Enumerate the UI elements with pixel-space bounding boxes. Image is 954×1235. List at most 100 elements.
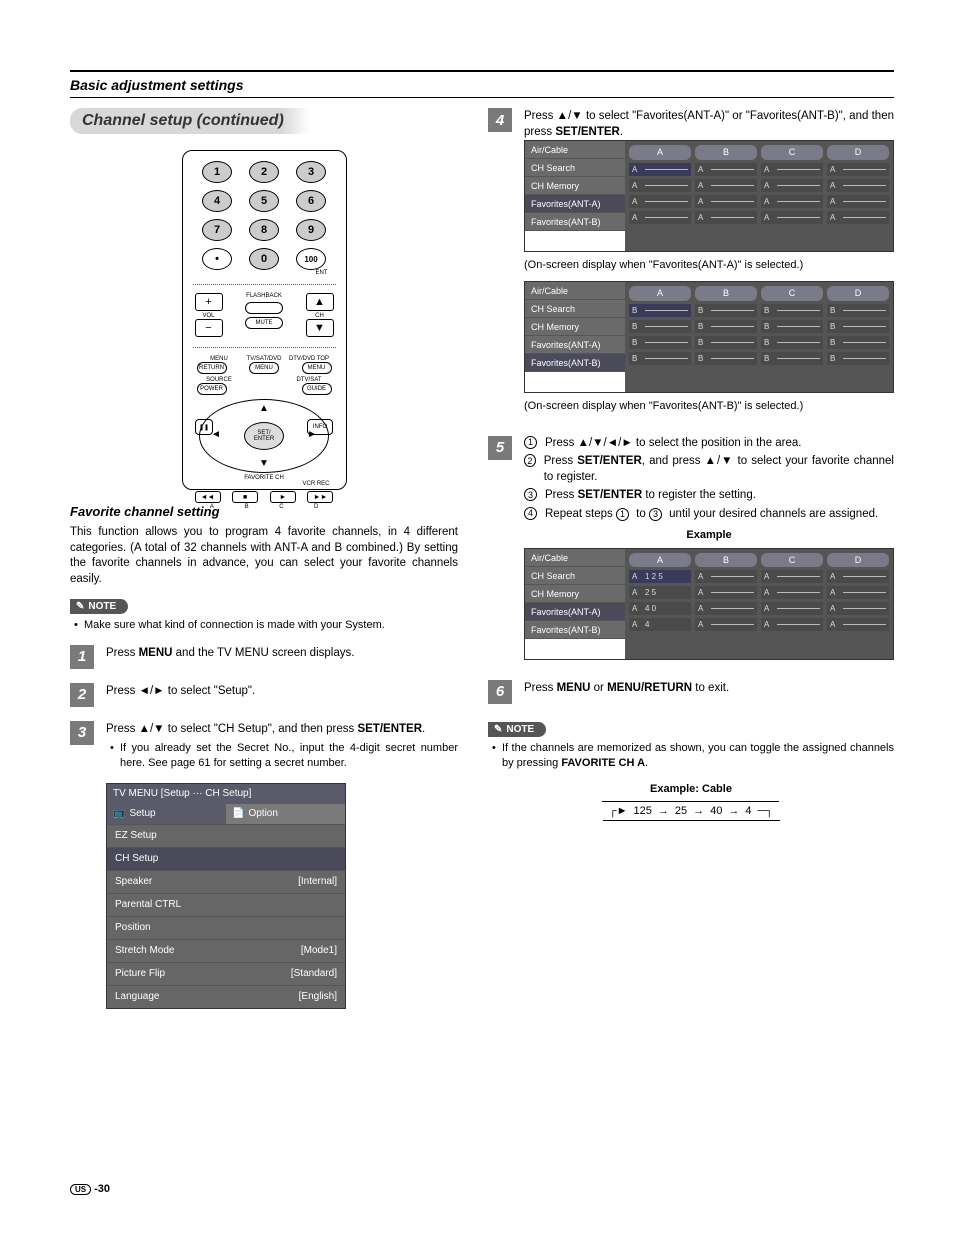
- fav-slot: A: [827, 211, 889, 224]
- fav-slot: A: [761, 586, 823, 599]
- fav-slot: A4: [629, 618, 691, 631]
- cable-loop: ┌►125→25→40→4─┐: [488, 801, 894, 821]
- example-heading: Example: [524, 528, 894, 543]
- step-number: 5: [488, 436, 512, 460]
- favorites-ant-b-osd: Air/Cable CH Search CH Memory Favorites(…: [524, 281, 894, 393]
- page-number: US-30: [70, 1183, 110, 1195]
- fav-slot: A: [827, 602, 889, 615]
- remote-key-4: 4: [202, 190, 232, 212]
- page-header: Basic adjustment settings: [70, 70, 894, 98]
- vol-down-button: −: [195, 319, 223, 337]
- fav-slot: A: [761, 179, 823, 192]
- osd-row: Position: [107, 916, 345, 939]
- power-button: POWER: [197, 383, 227, 395]
- fav-slot: A: [761, 602, 823, 615]
- fav-slot: A: [827, 570, 889, 583]
- header-title: Basic adjustment settings: [70, 77, 894, 93]
- fav-slot: A: [761, 195, 823, 208]
- step-number: 3: [70, 721, 94, 745]
- fav-slot: A: [827, 195, 889, 208]
- fav-slot: B: [827, 336, 889, 349]
- set-enter-button: SET/ ENTER: [244, 422, 284, 450]
- mute-button: MUTE: [245, 317, 283, 329]
- fav-slot: B: [629, 304, 691, 317]
- remote-key-dot: •: [202, 248, 232, 270]
- remote-key-0: 0: [249, 248, 279, 270]
- section-title: Channel setup (continued): [70, 108, 310, 134]
- vol-up-button: +: [195, 293, 223, 311]
- step-2: 2 Press ◄/► to select "Setup".: [70, 683, 458, 707]
- step-3: 3 Press ▲/▼ to select "CH Setup", and th…: [70, 721, 458, 1009]
- fav-slot: B: [761, 352, 823, 365]
- fav-slot: A2 5: [629, 586, 691, 599]
- fav-slot: A: [629, 195, 691, 208]
- fav-slot: A: [629, 163, 691, 176]
- osd-row: EZ Setup: [107, 824, 345, 847]
- step-number: 6: [488, 680, 512, 704]
- tv-menu-osd: TV MENU [Setup ··· CH Setup] 📺 Setup 📄 O…: [106, 783, 346, 1009]
- fav-slot: B: [761, 336, 823, 349]
- step-number: 2: [70, 683, 94, 707]
- fav-slot: A: [695, 211, 757, 224]
- fav-slot: A: [827, 618, 889, 631]
- osd-breadcrumb: TV MENU [Setup ··· CH Setup]: [107, 784, 345, 804]
- caption-ant-a: (On-screen display when "Favorites(ANT-A…: [524, 258, 894, 273]
- note2-bullet: If the channels are memorized as shown, …: [492, 741, 894, 771]
- fav-slot: A: [827, 179, 889, 192]
- osd-tab-option: 📄 Option: [226, 804, 345, 824]
- fav-slot: A: [695, 179, 757, 192]
- fav-slot: A: [695, 618, 757, 631]
- return-button: RETURN: [197, 362, 227, 374]
- fav-slot: B: [695, 304, 757, 317]
- fav-slot: A: [629, 179, 691, 192]
- remote-key-7: 7: [202, 219, 232, 241]
- remote-key-1: 1: [202, 161, 232, 183]
- stop-button: ■: [232, 491, 258, 503]
- pause-button: ❚❚: [195, 419, 213, 435]
- step-1: 1 Press MENU and the TV MENU screen disp…: [70, 645, 458, 669]
- flashback-label: FLASHBACK: [246, 293, 282, 299]
- note-badge-2: NOTE: [488, 722, 546, 737]
- fav-slot: A: [761, 570, 823, 583]
- topmenu-button: MENU: [302, 362, 332, 374]
- flashback-button: [245, 302, 283, 314]
- fav-slot: A1 2 5: [629, 570, 691, 583]
- ch-up-button: ▲: [306, 293, 334, 311]
- dpad: SET/ ENTER ▲ ▼ ◄ ► ❚❚ INFO: [199, 399, 329, 473]
- step-5: 5 1Press ▲/▼/◄/► to select the position …: [488, 436, 894, 666]
- osd-row: Language[English]: [107, 985, 345, 1008]
- ent-label: ENT: [191, 270, 338, 276]
- osd-row: Parental CTRL: [107, 893, 345, 916]
- fav-slot: B: [827, 352, 889, 365]
- fav-slot: B: [629, 336, 691, 349]
- ch-down-button: ▼: [306, 319, 334, 337]
- info-button: INFO: [307, 419, 333, 435]
- down-arrow-icon: ▼: [259, 458, 269, 469]
- fav-slot: A: [761, 618, 823, 631]
- fav-slot: A: [695, 586, 757, 599]
- note-bullet: Make sure what kind of connection is mad…: [74, 618, 458, 633]
- tvmenu-button: MENU: [249, 362, 279, 374]
- favorite-body: This function allows you to program 4 fa…: [70, 525, 458, 587]
- remote-key-2: 2: [249, 161, 279, 183]
- note-badge: NOTE: [70, 599, 128, 614]
- fav-slot: B: [761, 304, 823, 317]
- osd-row-selected: CH Setup: [107, 847, 345, 870]
- remote-key-8: 8: [249, 219, 279, 241]
- caption-ant-b: (On-screen display when "Favorites(ANT-B…: [524, 399, 894, 414]
- fav-slot: B: [695, 336, 757, 349]
- fav-slot: A: [761, 211, 823, 224]
- example-cable-heading: Example: Cable: [488, 783, 894, 795]
- fav-slot: A: [695, 602, 757, 615]
- step-6: 6 Press MENU or MENU/RETURN to exit.: [488, 680, 894, 704]
- osd-row: Speaker[Internal]: [107, 870, 345, 893]
- remote-key-5: 5: [249, 190, 279, 212]
- fav-slot: A: [695, 163, 757, 176]
- remote-illustration: 1 2 3 4 5 6 7 8 9 • 0 100 ENT +: [182, 150, 347, 490]
- step-number: 1: [70, 645, 94, 669]
- step-4: 4 Press ▲/▼ to select "Favorites(ANT-A)"…: [488, 108, 894, 422]
- osd-tab-setup: 📺 Setup: [107, 804, 226, 824]
- osd-row: Stretch Mode[Mode1]: [107, 939, 345, 962]
- remote-key-9: 9: [296, 219, 326, 241]
- fav-slot: B: [761, 320, 823, 333]
